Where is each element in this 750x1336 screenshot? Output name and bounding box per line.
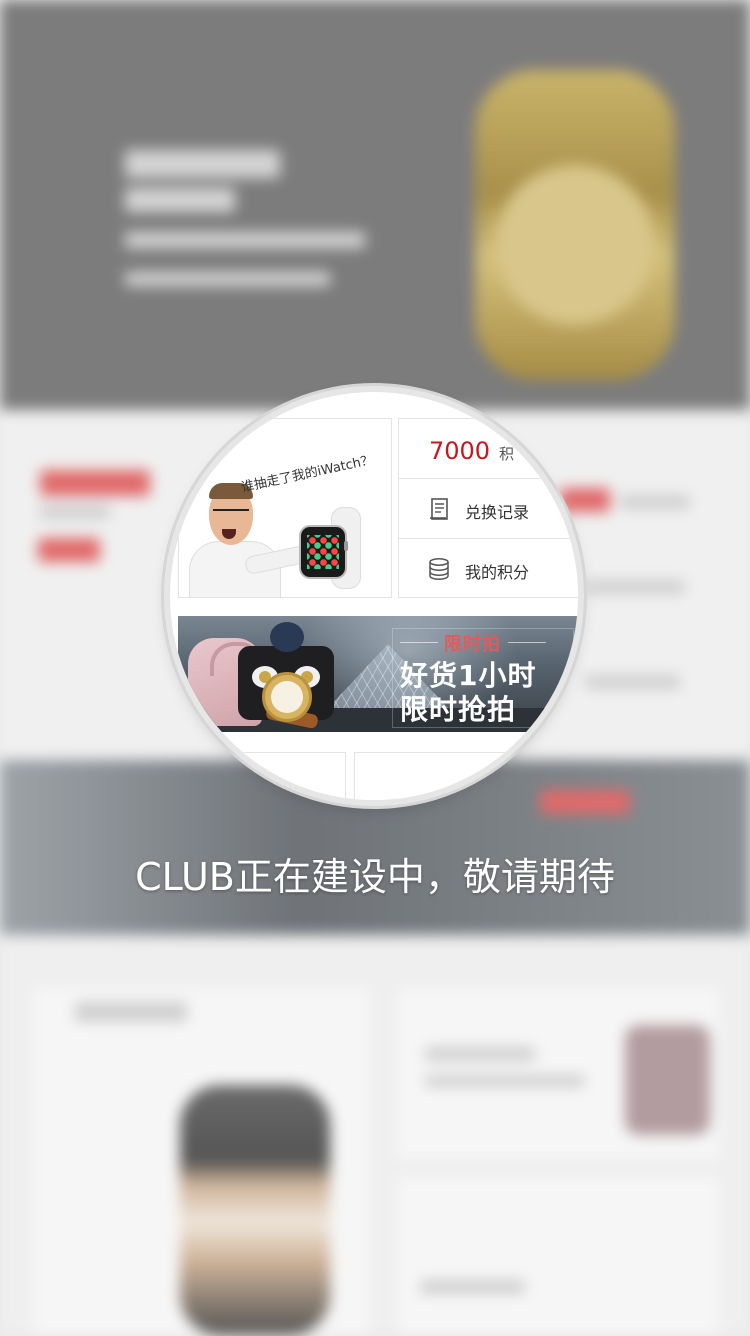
background-gold-watch-image: [475, 70, 675, 380]
background-text-block: [620, 495, 690, 509]
background-text-block: [425, 1047, 535, 1061]
background-text-block: [420, 1280, 525, 1294]
lens-bottom-card: [354, 752, 578, 800]
exchange-record-button[interactable]: 兑换记录: [399, 479, 578, 539]
points-value: 7000: [429, 437, 491, 465]
lens-content: 谁抽走了我的iWatch？ 7000 积 兑换记录 我的积分 限时拍 好货1小时…: [170, 392, 578, 800]
sale-tag: 限时拍: [444, 634, 501, 655]
watch-crown: [344, 541, 348, 551]
magnifier-lens: 谁抽走了我的iWatch？ 7000 积 兑换记录 我的积分 限时拍 好货1小时…: [170, 392, 578, 800]
lens-bottom-card: [178, 752, 346, 800]
receipt-icon: [430, 498, 448, 520]
promo-caption: 谁抽走了我的iWatch？: [239, 452, 376, 496]
background-text-block: [125, 188, 235, 212]
background-red-tag: [40, 470, 150, 496]
points-panel: 7000 积 兑换记录 我的积分: [398, 418, 578, 598]
under-construction-message: CLUB正在建设中，敬请期待: [135, 855, 615, 899]
points-unit: 积: [499, 445, 515, 463]
background-text-block: [585, 580, 685, 594]
background-text-block: [125, 272, 330, 286]
promo-man-glasses: [213, 509, 249, 519]
sale-tag-divider: [508, 642, 546, 643]
flash-sale-banner[interactable]: 限时拍 好货1小时 限时抢拍: [178, 616, 578, 732]
background-red-tag: [38, 538, 100, 562]
points-balance-row[interactable]: 7000 积: [399, 419, 578, 479]
background-text-block: [585, 675, 680, 689]
background-text-block: [40, 505, 110, 519]
background-text-block: [125, 150, 280, 178]
apple-watch-icon: [299, 525, 347, 579]
gold-watch-image: [262, 672, 312, 722]
background-text-block: [125, 232, 365, 248]
iwatch-promo-card[interactable]: 谁抽走了我的iWatch？: [178, 418, 392, 598]
background-hero-banner: [0, 0, 750, 410]
sale-tag-divider: [400, 642, 438, 643]
sale-headline-2: 限时抢拍: [400, 693, 517, 726]
background-watch-image: [180, 1085, 330, 1335]
fur-charm-image: [270, 622, 304, 652]
background-text-block: [75, 1002, 187, 1022]
background-product-card: [395, 1175, 722, 1336]
my-points-label: 我的积分: [465, 563, 530, 582]
background-text-block: [425, 1075, 585, 1087]
exchange-record-label: 兑换记录: [465, 503, 530, 522]
coin-stack-icon: [429, 558, 449, 580]
my-points-button[interactable]: 我的积分: [399, 539, 578, 598]
background-bag-image: [625, 1025, 710, 1135]
